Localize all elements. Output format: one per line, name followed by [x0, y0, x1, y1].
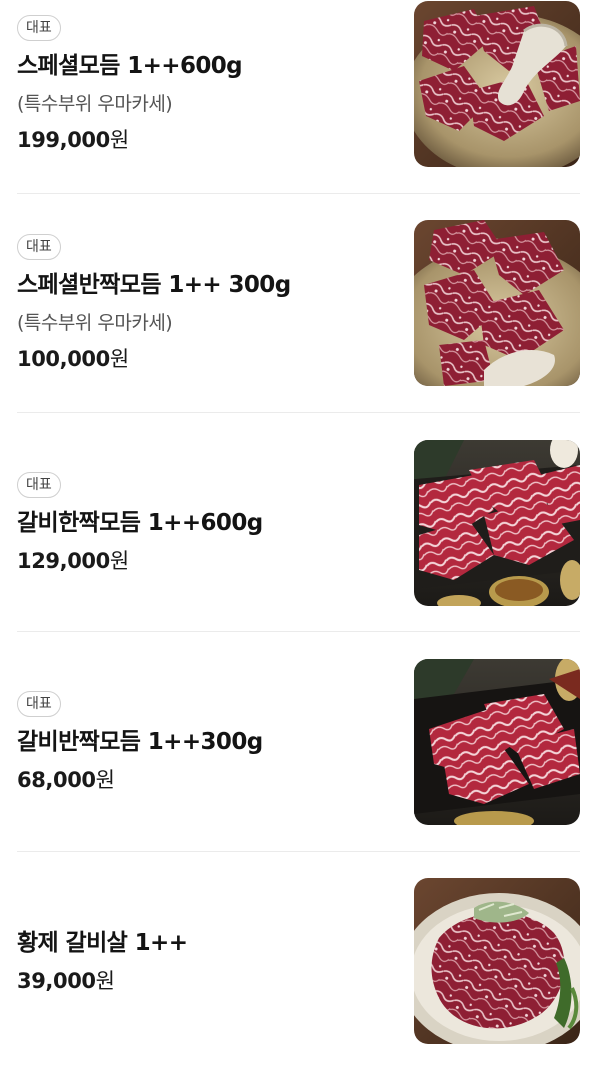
- galbisal-photo: [414, 878, 580, 1044]
- divider: [17, 631, 580, 632]
- menu-item-price: 68,000원: [17, 766, 397, 794]
- menu-item-name: 스페셜반짝모듬 1++ 300g: [17, 271, 291, 298]
- menu-item-photo[interactable]: [414, 220, 580, 386]
- menu-item-galbisal[interactable]: 황제 갈비살 1++ 39,000원: [17, 877, 580, 1045]
- menu-item-photo[interactable]: [414, 659, 580, 825]
- price-value: 39,000: [17, 968, 96, 993]
- price-unit: 원: [95, 767, 115, 792]
- menu-item-price: 129,000원: [17, 547, 397, 575]
- menu-item-info: 황제 갈비살 1++ 39,000원: [17, 928, 397, 995]
- menu-item-info: 대표 갈비한짝모듬 1++600g 129,000원: [17, 471, 397, 575]
- divider: [17, 851, 580, 852]
- divider: [17, 193, 580, 194]
- menu-item-photo[interactable]: [414, 1, 580, 167]
- menu-item-galbi-platter[interactable]: 대표 갈비한짝모듬 1++600g 129,000원: [17, 439, 580, 607]
- menu-item-info: 대표 스페셜반짝모듬 1++ 300g (특수부위 우마카세) 100,000원: [17, 233, 397, 373]
- menu-item-name: 갈비한짝모듬 1++600g: [17, 509, 263, 536]
- signature-badge: 대표: [17, 471, 61, 498]
- price-value: 68,000: [17, 767, 96, 792]
- menu-item-price: 39,000원: [17, 967, 397, 995]
- menu-item-name: 황제 갈비살 1++: [17, 929, 188, 956]
- menu-item-name: 갈비반짝모듬 1++300g: [17, 728, 263, 755]
- galbi-half-platter-photo: [414, 659, 580, 825]
- menu-item-info: 대표 갈비반짝모듬 1++300g 68,000원: [17, 690, 397, 794]
- signature-badge: 대표: [17, 14, 61, 41]
- price-unit: 원: [109, 346, 129, 371]
- menu-item-photo[interactable]: [414, 440, 580, 606]
- menu-item-galbi-half-platter[interactable]: 대표 갈비반짝모듬 1++300g 68,000원: [17, 658, 580, 826]
- menu-item-special-half-platter[interactable]: 대표 스페셜반짝모듬 1++ 300g (특수부위 우마카세) 100,000원: [17, 219, 580, 387]
- marbled-beef-half-platter-photo: [414, 220, 580, 386]
- price-unit: 원: [95, 968, 115, 993]
- signature-badge: 대표: [17, 233, 61, 260]
- marbled-beef-platter-photo: [414, 1, 580, 167]
- price-value: 100,000: [17, 346, 110, 371]
- menu-item-special-platter[interactable]: 대표 스페셜모듬 1++600g (특수부위 우마카세) 199,000원: [17, 0, 580, 168]
- divider: [17, 412, 580, 413]
- menu-item-price: 100,000원: [17, 345, 397, 373]
- menu-item-description: (특수부위 우마카세): [17, 92, 173, 115]
- menu-item-price: 199,000원: [17, 126, 397, 154]
- menu-item-description: (특수부위 우마카세): [17, 311, 173, 334]
- price-value: 199,000: [17, 127, 110, 152]
- price-value: 129,000: [17, 548, 110, 573]
- menu-item-photo[interactable]: [414, 878, 580, 1044]
- price-unit: 원: [109, 548, 129, 573]
- signature-badge: 대표: [17, 690, 61, 717]
- price-unit: 원: [109, 127, 129, 152]
- menu-item-name: 스페셜모듬 1++600g: [17, 52, 243, 79]
- menu-item-info: 대표 스페셜모듬 1++600g (특수부위 우마카세) 199,000원: [17, 14, 397, 154]
- galbi-platter-photo: [414, 440, 580, 606]
